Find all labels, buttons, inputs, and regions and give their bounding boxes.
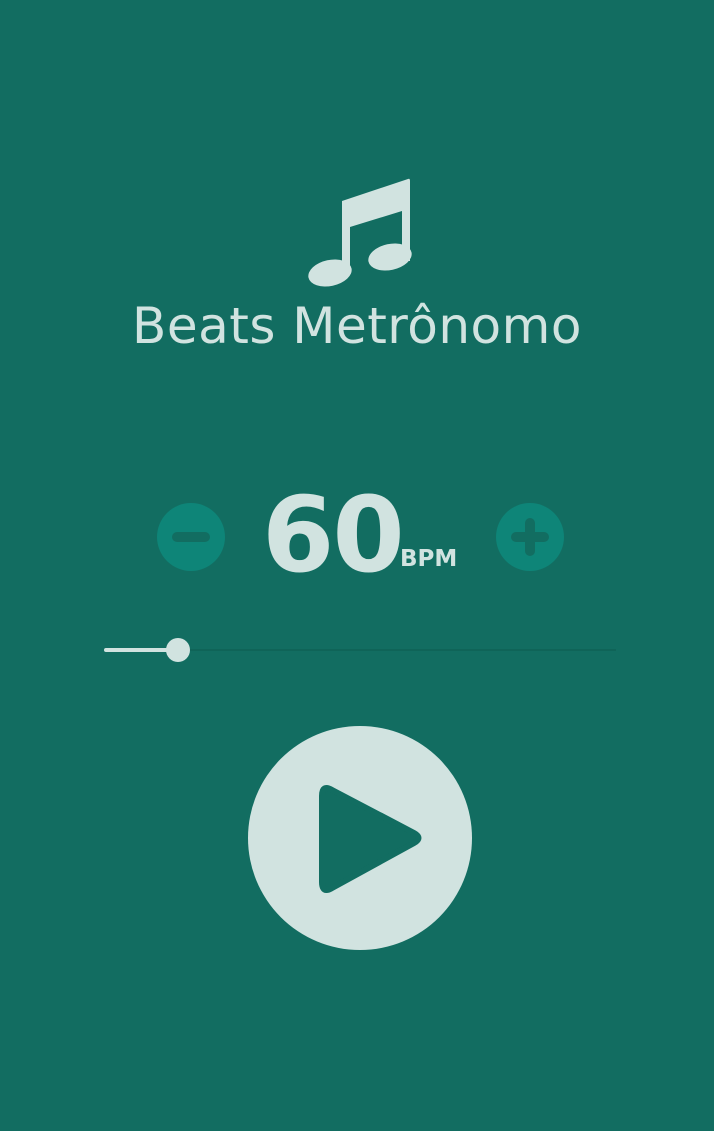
tempo-value: 60 bbox=[262, 474, 405, 596]
music-note-icon bbox=[308, 178, 412, 287]
decrease-tempo-button[interactable] bbox=[157, 503, 225, 571]
tempo-unit: BPM bbox=[400, 546, 458, 572]
slider-thumb[interactable] bbox=[166, 638, 190, 662]
metronome-screen: Beats Metrônomo 60 BPM bbox=[0, 0, 714, 1131]
app-title: Beats Metrônomo bbox=[132, 297, 582, 355]
plus-circle-icon bbox=[511, 518, 549, 556]
increase-tempo-button[interactable] bbox=[496, 503, 564, 571]
play-icon bbox=[319, 785, 422, 893]
tempo-slider[interactable] bbox=[104, 636, 616, 664]
minus-circle-icon bbox=[172, 532, 210, 542]
tempo-control: 60 BPM bbox=[0, 470, 714, 600]
play-button[interactable] bbox=[248, 726, 472, 950]
